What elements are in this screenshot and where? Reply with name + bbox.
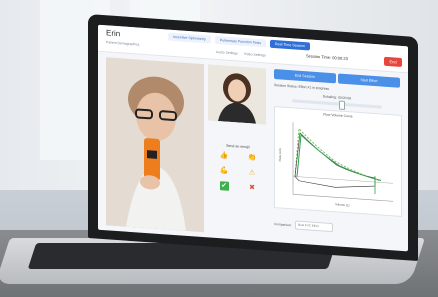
clinician-video-feed xyxy=(208,64,266,125)
tab-incentive-spirometry[interactable]: Incentive Spirometry xyxy=(168,32,211,44)
clap-icon[interactable]: 👏 xyxy=(248,153,257,163)
check-icon[interactable]: ✔ xyxy=(219,181,229,191)
cross-icon[interactable]: ✖ xyxy=(248,183,257,193)
tab-bar: Incentive Spirometry Pulmonary Function … xyxy=(168,32,311,51)
comparison-row: Comparison: Best FVC Effort xyxy=(274,219,334,233)
laptop-bezel: Erin Incentive Spirometry Pulmonary Func… xyxy=(88,14,418,262)
tab-pulmonary-function-tests[interactable]: Pulmonary Function Tests xyxy=(214,35,267,48)
patient-video-image xyxy=(106,57,204,233)
app-screen: Erin Incentive Spirometry Pulmonary Func… xyxy=(98,24,408,252)
graph-xlabel: Volume (L) xyxy=(335,202,349,207)
settings-row: Audio Settings Video Settings xyxy=(216,50,266,57)
muscle-icon[interactable]: 💪 xyxy=(220,166,229,176)
exhale-slider-thumb[interactable] xyxy=(339,100,346,110)
video-settings-link[interactable]: Video Settings xyxy=(244,52,266,58)
thumbs-up-icon[interactable]: 👍 xyxy=(220,151,229,161)
flow-volume-plot: Flow (L/s) Volume (L) xyxy=(278,122,393,207)
flow-volume-graph: Flow Volume Curve Flow (L/s) Volume (L) xyxy=(274,106,402,217)
comparison-select[interactable]: Best FVC Effort xyxy=(295,220,334,233)
audio-settings-link[interactable]: Audio Settings xyxy=(216,50,238,56)
emoji-panel: Send an emoji! 👍 👏 💪 ⚠ ✔ ✖ xyxy=(210,143,266,194)
session-panel: End Session Start Effort Session Status:… xyxy=(274,69,402,246)
emoji-grid: 👍 👏 💪 ⚠ ✔ ✖ xyxy=(210,151,266,194)
patient-demographics-link[interactable]: Patient Demographics xyxy=(106,40,139,46)
session-timer: Session Time: 00:00:23 xyxy=(306,53,348,62)
tab-real-time-session[interactable]: Real Time Session xyxy=(270,39,311,51)
send-emoji-label: Send an emoji! xyxy=(226,143,250,150)
reference-curve xyxy=(294,127,380,181)
patient-name: Erin xyxy=(106,28,121,39)
end-session-button[interactable]: End Session xyxy=(274,69,336,84)
start-effort-button[interactable]: Start Effort xyxy=(338,73,400,88)
comparison-label: Comparison: xyxy=(274,221,293,227)
clinician-video-image xyxy=(208,64,266,125)
patient-video-feed xyxy=(106,57,204,233)
warning-icon[interactable]: ⚠ xyxy=(248,168,257,178)
graph-ylabel: Flow (L/s) xyxy=(278,148,282,161)
end-button[interactable]: End xyxy=(384,56,402,67)
